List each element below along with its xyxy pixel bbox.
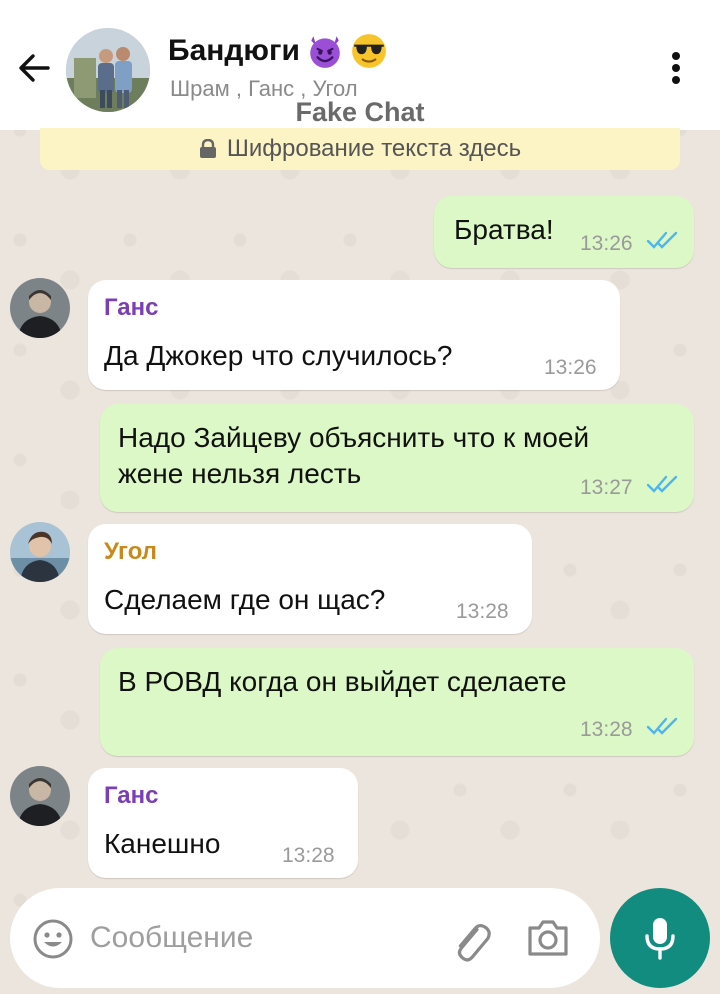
microphone-icon [645,918,675,960]
read-receipt-icon [646,475,678,493]
message-time: 13:28 [580,718,633,741]
message-time: 13:26 [580,232,633,255]
encryption-text: Шифрование текста здесь [226,135,522,162]
more-options-icon[interactable] [662,48,690,88]
back-arrow-icon[interactable] [14,48,54,88]
message-text: жене нельзя лесть [118,458,362,489]
message-time: 13:28 [282,844,335,867]
message-text: Да Джокер что случилось? [104,340,453,371]
chat-header: Бандюги Шрам , Ганс , Угол Fake Chat [0,0,720,130]
message-text: Канешно [104,828,221,859]
sunglasses-emoji [352,34,386,68]
message-bubble-outgoing[interactable]: Братва! 13:26 [434,196,694,268]
message-time: 13:26 [544,356,597,379]
sender-name: Угол [104,538,158,565]
message-time: 13:27 [580,476,633,499]
sender-avatar[interactable] [10,766,70,826]
camera-icon[interactable] [526,918,570,958]
message-bubble-incoming[interactable]: Угол Сделаем где он щас? 13:28 [88,524,532,634]
encryption-banner[interactable]: Шифрование текста здесь [40,128,680,170]
group-title[interactable]: Бандюги [168,32,388,70]
message-composer [10,888,600,988]
sender-avatar[interactable] [10,278,70,338]
message-bubble-outgoing[interactable]: В РОВД когда он выйдет сделаете 13:28 [100,648,694,756]
watermark: Fake Chat [295,97,425,127]
lock-icon [199,139,216,158]
sender-avatar[interactable] [10,522,70,582]
attach-icon[interactable] [448,918,494,964]
read-receipt-icon [646,231,678,249]
sender-name: Ганс [104,782,159,809]
message-text: Сделаем где он щас? [104,584,386,615]
message-text: Братва! [454,214,554,245]
message-time: 13:28 [456,600,509,623]
smiling-devil-emoji [310,36,340,68]
message-bubble-incoming[interactable]: Ганс Да Джокер что случилось? 13:26 [88,280,620,390]
message-input[interactable] [90,914,420,962]
message-bubble-outgoing[interactable]: Надо Зайцеву объяснить что к моей жене н… [100,404,694,512]
message-text: В РОВД когда он выйдет сделаете [118,666,567,697]
emoji-icon[interactable] [32,918,74,960]
voice-message-button[interactable] [610,888,710,988]
read-receipt-icon [646,717,678,735]
sender-name: Ганс [104,294,159,321]
group-name: Бандюги [168,34,300,67]
message-bubble-incoming[interactable]: Ганс Канешно 13:28 [88,768,358,878]
message-text: Надо Зайцеву объяснить что к моей [118,422,590,453]
